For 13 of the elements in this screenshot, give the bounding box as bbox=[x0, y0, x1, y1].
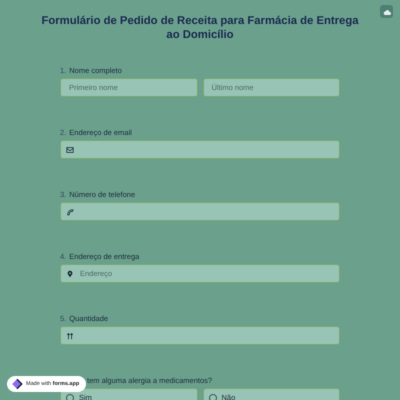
radio-button[interactable] bbox=[66, 394, 74, 400]
input-field[interactable] bbox=[60, 140, 340, 159]
input-field[interactable] bbox=[60, 326, 340, 345]
input-field[interactable] bbox=[60, 202, 340, 221]
radio-button[interactable] bbox=[208, 394, 216, 400]
envelope-icon bbox=[66, 146, 74, 154]
logo-icon bbox=[11, 378, 23, 390]
cloud-icon bbox=[382, 8, 390, 14]
location-pin-icon bbox=[66, 270, 74, 278]
sort-arrows-icon bbox=[66, 332, 74, 340]
form-title: Formulário de Pedido de Receita para Farmácia de Entrega ao Domicílio bbox=[40, 14, 360, 42]
cloud-button[interactable] bbox=[380, 5, 393, 18]
phone-icon bbox=[66, 208, 74, 216]
